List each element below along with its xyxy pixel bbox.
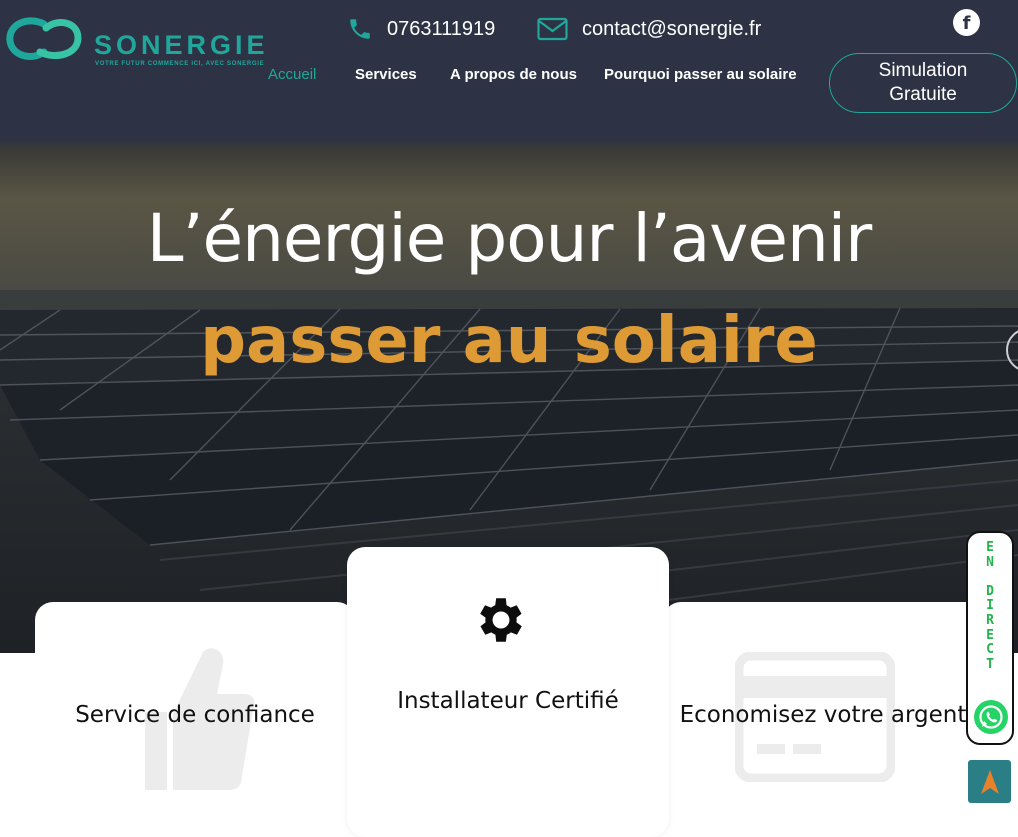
hero-subheadline: passer au solaire	[200, 304, 818, 378]
nav-item-services[interactable]: Services	[355, 66, 417, 83]
nav-item-pourquoi-solaire[interactable]: Pourquoi passer au solaire	[604, 66, 797, 83]
nav-item-accueil[interactable]: Accueil	[268, 66, 316, 83]
feature-card-installateur: Installateur Certifié	[347, 547, 669, 837]
hero-headline: L’énergie pour l’avenir	[146, 200, 873, 277]
email-contact[interactable]: contact@sonergie.fr	[537, 16, 761, 42]
feature-card-economisez: Economisez votre argent	[663, 602, 983, 832]
phone-contact[interactable]: 0763111919	[347, 16, 495, 42]
whatsapp-icon[interactable]	[973, 699, 1009, 735]
arrow-up-icon	[980, 769, 999, 794]
facebook-icon[interactable]: f	[953, 9, 980, 36]
envelope-icon	[537, 17, 568, 41]
email-address: contact@sonergie.fr	[582, 17, 762, 40]
feature-card-service: Service de confiance	[35, 602, 355, 832]
logo-tagline: VOTRE FUTUR COMMENCE ICI, AVEC SONERGIE	[95, 61, 265, 67]
logo-mark-icon	[6, 17, 82, 60]
feature-title-service: Service de confiance	[75, 702, 315, 728]
feature-title-economisez: Economisez votre argent	[679, 702, 967, 728]
nav-item-a-propos[interactable]: A propos de nous	[450, 66, 577, 83]
whatsapp-live-widget[interactable]: E N D I R E C T	[966, 531, 1014, 745]
simulation-gratuite-button[interactable]: Simulation Gratuite	[829, 53, 1017, 113]
cta-line-1: Simulation	[878, 60, 968, 81]
en-direct-label: E N D I R E C T	[986, 540, 994, 672]
gear-icon	[480, 598, 522, 642]
logo[interactable]: SONERGIE VOTRE FUTUR COMMENCE ICI, AVEC …	[6, 14, 269, 67]
logo-wordmark: SONERGIE	[94, 30, 269, 60]
cta-line-2: Gratuite	[889, 84, 957, 105]
feature-title-installateur: Installateur Certifié	[397, 688, 619, 714]
phone-number: 0763111919	[387, 17, 496, 40]
scroll-to-top-button[interactable]	[968, 760, 1011, 803]
phone-icon	[350, 19, 370, 39]
